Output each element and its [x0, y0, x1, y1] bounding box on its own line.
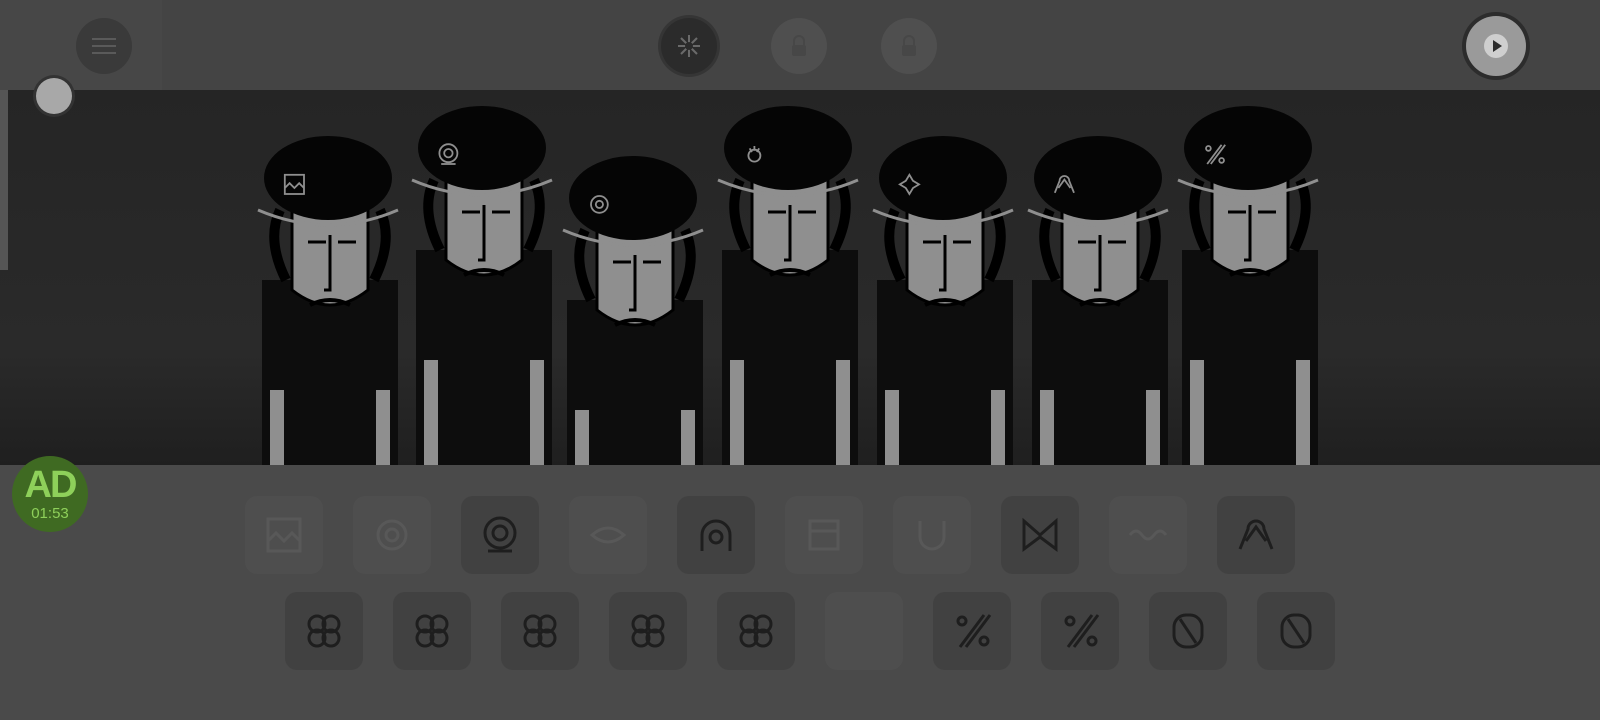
tray-row2-slot-10[interactable]	[1257, 592, 1335, 670]
percent-icon	[956, 614, 992, 648]
tray-row1-slot-7[interactable]	[893, 496, 971, 574]
ad-label: AD	[24, 464, 78, 506]
mode-lock-button-1[interactable]	[771, 18, 827, 74]
tray-row1-slot-2[interactable]	[353, 496, 431, 574]
zero-slash-icon	[1172, 613, 1204, 649]
menu-button[interactable]	[76, 18, 132, 74]
tray-row2-slot-1[interactable]	[285, 592, 363, 670]
crown-m-icon	[1022, 517, 1058, 552]
ring-icon	[376, 519, 408, 551]
wave-line-icon	[1128, 529, 1168, 541]
clover-icon	[523, 614, 557, 648]
lip-icon	[589, 526, 627, 544]
box-icon	[808, 519, 840, 551]
tray-row1-slot-3[interactable]	[461, 496, 539, 574]
performer-5[interactable]	[872, 136, 1014, 465]
double-arc-icon	[1238, 519, 1274, 550]
tray-row2-slot-5[interactable]	[717, 592, 795, 670]
clover-icon	[631, 614, 665, 648]
performer-7[interactable]	[1177, 106, 1319, 465]
clover-icon	[415, 614, 449, 648]
hamburger-icon	[92, 38, 116, 54]
tray-row2-slot-7[interactable]	[933, 592, 1011, 670]
tray-row1-slot-1[interactable]	[245, 496, 323, 574]
percent-icon	[1064, 614, 1100, 648]
tray-row2-slot-9[interactable]	[1149, 592, 1227, 670]
play-button[interactable]	[1466, 16, 1526, 76]
tray-row2-slot-3[interactable]	[501, 592, 579, 670]
lock-icon	[902, 35, 916, 56]
tray-row1-slot-9[interactable]	[1109, 496, 1187, 574]
ad-timer: 01:53	[31, 505, 69, 522]
performers-scene	[257, 106, 1319, 465]
waves-icon	[266, 517, 302, 553]
u-icon	[918, 521, 946, 551]
performer-4[interactable]	[717, 106, 859, 465]
clover-icon	[307, 614, 341, 648]
performer-6[interactable]	[1027, 136, 1169, 465]
empty-slot-icon	[840, 607, 888, 655]
performer-3[interactable]	[562, 156, 704, 465]
tray-row2-slot-4[interactable]	[609, 592, 687, 670]
volume-slider-knob[interactable]	[36, 78, 72, 114]
performer-1[interactable]	[257, 136, 399, 465]
arch-ring-icon	[700, 519, 732, 551]
tray-row1-slot-8[interactable]	[1001, 496, 1079, 574]
mode-sound-button[interactable]	[661, 18, 717, 74]
side-handle[interactable]	[0, 90, 8, 270]
tray-row1-slot-5[interactable]	[677, 496, 755, 574]
target-icon	[483, 516, 517, 553]
tray-row2-slot-2[interactable]	[393, 592, 471, 670]
tray-row1-slot-4[interactable]	[569, 496, 647, 574]
lock-icon	[792, 35, 806, 56]
mode-lock-button-2[interactable]	[881, 18, 937, 74]
tray-row1-slot-10[interactable]	[1217, 496, 1295, 574]
tray-row2-slot-8[interactable]	[1041, 592, 1119, 670]
ad-badge[interactable]: AD 01:53	[12, 456, 88, 532]
character-stage	[0, 90, 1600, 465]
play-icon	[1484, 34, 1508, 58]
clover-icon	[739, 614, 773, 648]
performer-2[interactable]	[411, 106, 553, 465]
zero-slash-icon	[1280, 613, 1312, 649]
tray-row2-slot-6[interactable]	[825, 592, 903, 670]
tray-row1-slot-6[interactable]	[785, 496, 863, 574]
star-burst-icon	[678, 35, 700, 57]
